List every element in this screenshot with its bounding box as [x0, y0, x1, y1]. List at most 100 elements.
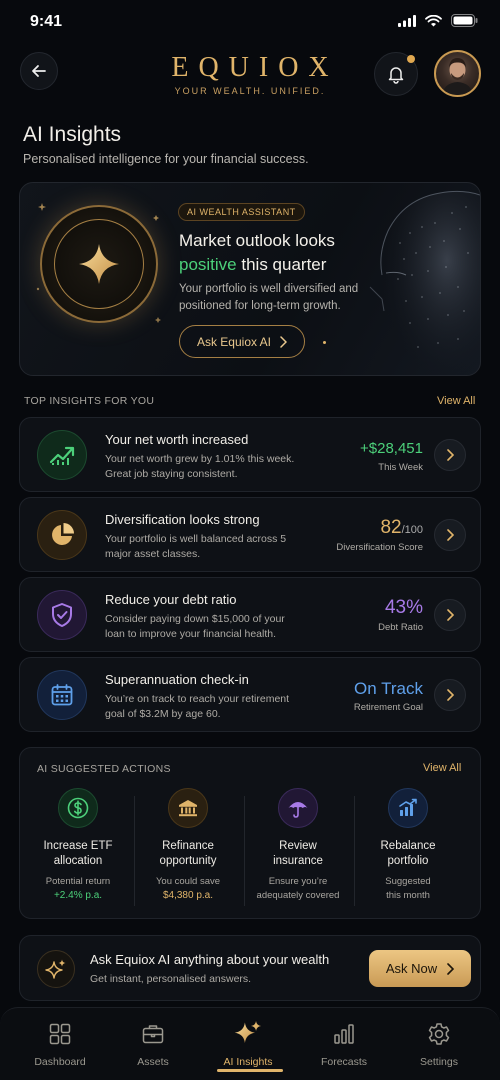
tab-icon-wrap: [198, 1020, 298, 1048]
insight-value: 82/100: [380, 517, 423, 539]
tab-ai-insights[interactable]: AI Insights: [198, 1020, 298, 1068]
insight-icon-bg: [37, 670, 87, 720]
ai-face-illustration-icon: [369, 183, 480, 375]
action-caption-line2: adequately covered: [256, 890, 340, 901]
tab-icon-wrap: [103, 1020, 203, 1048]
insight-value-suffix: /100: [401, 524, 423, 536]
app-tagline: YOUR WEALTH. UNIFIED.: [174, 86, 326, 96]
hero-title-rest: this quarter: [236, 255, 327, 274]
insight-value-number: 43%: [384, 597, 423, 618]
ask-equiox-ai-bar: Ask Equiox AI anything about your wealth…: [19, 935, 481, 1001]
tab-forecasts[interactable]: Forecasts: [294, 1020, 394, 1068]
tab-dashboard[interactable]: Dashboard: [10, 1020, 110, 1068]
chevron-right-icon: [280, 335, 288, 348]
insight-title: Superannuation check-in: [105, 672, 249, 687]
calendar-icon: [51, 684, 73, 706]
insight-card-superannuation[interactable]: Superannuation check-in You’re on track …: [19, 657, 481, 732]
page-title: AI Insights: [23, 123, 122, 146]
tab-label: AI Insights: [223, 1056, 273, 1068]
trending-up-icon: [49, 446, 75, 465]
sparkle-icon: [45, 959, 66, 979]
hero-title-line1: Market outlook looks: [179, 231, 335, 250]
tab-label: Forecasts: [320, 1056, 368, 1068]
insight-open-button[interactable]: [434, 679, 466, 711]
notification-dot: [407, 55, 415, 63]
action-icon-bg: [168, 788, 208, 828]
action-title-line1: Increase ETF: [43, 840, 113, 852]
hero-title-highlight: positive: [179, 255, 237, 274]
hero-title-line2: positive this quarter: [179, 255, 326, 275]
avatar[interactable]: [434, 50, 481, 97]
insight-open-button[interactable]: [434, 599, 466, 631]
insights-view-all-link[interactable]: View All: [437, 395, 475, 407]
status-time: 9:41: [30, 13, 63, 30]
sparkle-icon: [234, 1021, 261, 1043]
insight-value: +$28,451: [360, 440, 423, 457]
actions-view-all-link[interactable]: View All: [423, 762, 461, 774]
action-caption: Potential return +2.4% p.a.: [24, 875, 132, 903]
ask-equiox-ai-button[interactable]: Ask Equiox AI: [179, 325, 305, 358]
tab-icon-wrap: [294, 1020, 394, 1048]
bar-chart-icon: [399, 798, 417, 816]
action-title: Rebalance portfolio: [354, 839, 462, 869]
action-caption-line2: this month: [386, 890, 430, 901]
insight-open-button[interactable]: [434, 519, 466, 551]
app-logo: EQUIOX: [171, 52, 339, 83]
insight-caption: Retirement Goal: [353, 702, 423, 713]
insight-caption: Debt Ratio: [378, 622, 423, 633]
wifi-icon: [425, 14, 442, 26]
tab-icon-wrap: [10, 1020, 110, 1048]
suggested-actions-label: AI SUGGESTED ACTIONS: [37, 763, 171, 775]
insight-card-diversification[interactable]: Diversification looks strong Your portfo…: [19, 497, 481, 572]
insight-icon-bg: [37, 510, 87, 560]
action-review-insurance[interactable]: Review insurance Ensure you’re adequately …: [244, 788, 352, 908]
insight-icon-bg: [37, 590, 87, 640]
tab-settings[interactable]: Settings: [389, 1020, 489, 1068]
shield-check-icon: [52, 603, 72, 627]
action-icon-bg: [388, 788, 428, 828]
ask-equiox-ai-label: Ask Equiox AI: [196, 334, 272, 349]
action-caption-value: $4,380 p.a.: [162, 890, 214, 901]
hero-body: Your portfolio is well diversified and p…: [179, 283, 359, 312]
action-title: Review insurance: [244, 839, 352, 869]
insight-open-button[interactable]: [434, 439, 466, 471]
bar-chart-icon: [334, 1024, 354, 1044]
notifications-button[interactable]: [374, 52, 418, 96]
insight-body: Your portfolio is well balanced across 5…: [105, 533, 287, 560]
battery-icon: [451, 14, 478, 27]
action-increase-etf[interactable]: Increase ETF allocation Potential return +…: [24, 788, 132, 908]
gear-icon: [428, 1023, 450, 1045]
action-title-line1: Rebalance: [380, 840, 436, 852]
sparkle-dots-icon: [36, 203, 161, 323]
action-rebalance-portfolio[interactable]: Rebalance portfolio Suggested this month: [354, 788, 462, 908]
action-caption: Ensure you’re adequately covered: [244, 875, 352, 903]
tab-label: Assets: [137, 1056, 169, 1068]
insight-card-net-worth[interactable]: Your net worth increased Your net worth …: [19, 417, 481, 492]
insight-icon-bg: [37, 430, 87, 480]
insight-card-debt-ratio[interactable]: Reduce your debt ratio Consider paying d…: [19, 577, 481, 652]
status-icons: [398, 14, 478, 27]
ask-now-button[interactable]: Ask Now: [369, 950, 471, 987]
insight-body: You’re on track to reach your retirement…: [105, 693, 290, 720]
action-caption-line1: Potential return: [45, 876, 111, 887]
insight-title: Reduce your debt ratio: [105, 592, 237, 607]
action-refinance[interactable]: Refinance opportunity You could save $4,38…: [134, 788, 242, 908]
action-caption-line1: You could save: [155, 876, 221, 887]
insight-value: 43%: [385, 597, 423, 619]
tab-label: Settings: [420, 1056, 458, 1068]
action-caption-value: +2.4% p.a.: [53, 890, 103, 901]
action-caption-line1: Ensure you’re: [268, 876, 328, 887]
insight-title: Your net worth increased: [105, 432, 249, 447]
ask-bar-title: Ask Equiox AI anything about your wealth: [90, 952, 330, 967]
bell-icon: [388, 67, 404, 84]
ai-suggested-actions-card: AI SUGGESTED ACTIONS View All Increase E…: [19, 747, 481, 919]
action-title-line2: insurance: [273, 855, 323, 867]
tab-label: Dashboard: [34, 1056, 86, 1068]
umbrella-icon: [288, 802, 308, 818]
bank-icon: [179, 800, 197, 817]
insight-caption: Diversification Score: [336, 542, 423, 553]
tab-assets[interactable]: Assets: [103, 1020, 203, 1068]
action-caption: Suggested this month: [354, 875, 462, 903]
insight-caption: This Week: [378, 462, 423, 473]
grid-icon: [49, 1023, 71, 1045]
